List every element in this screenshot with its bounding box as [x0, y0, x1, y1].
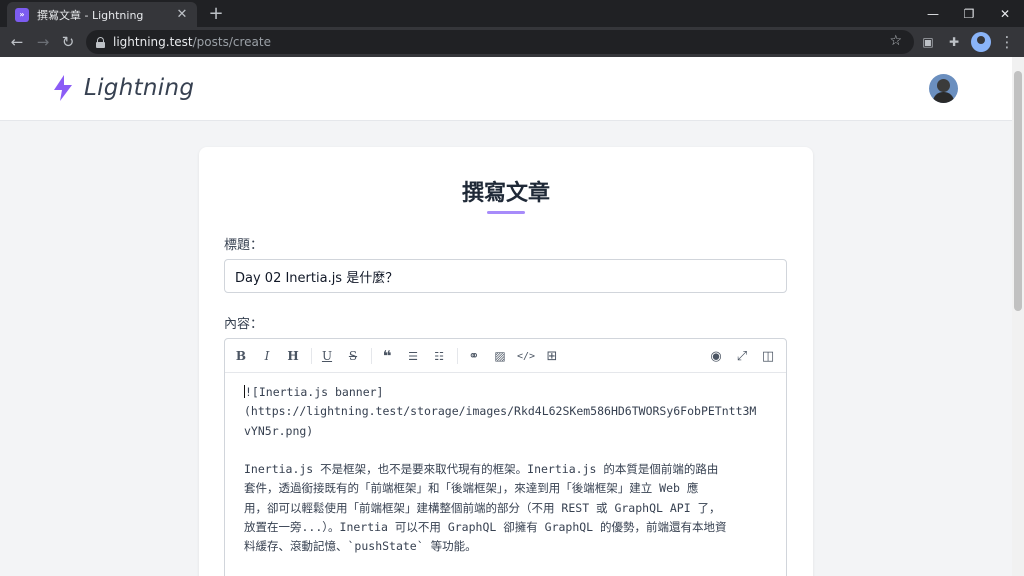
underline-icon[interactable]: U — [318, 347, 336, 365]
minimize-window-button[interactable]: — — [914, 0, 952, 27]
side-by-side-icon[interactable]: ◫ — [759, 347, 777, 365]
browser-tabbar: » 撰寫文章 - Lightning ✕ + — ❐ ✕ — [0, 0, 1024, 27]
italic-icon[interactable]: I — [258, 347, 276, 365]
user-avatar[interactable] — [929, 74, 958, 103]
page-scrollbar[interactable] — [1012, 57, 1024, 576]
back-button[interactable]: ← — [7, 32, 27, 52]
bold-icon[interactable]: B — [232, 347, 250, 365]
code-icon[interactable]: </> — [517, 347, 535, 365]
url-path: /posts/create — [192, 35, 271, 49]
close-window-button[interactable]: ✕ — [986, 0, 1024, 27]
post-form-card: 撰寫文章 標題： 內容： B I H U S ❝ ☰ ☷ ⚭ ▨ </> ⊞ — [199, 147, 813, 576]
fullscreen-icon[interactable]: ⤢ — [733, 347, 751, 365]
strikethrough-icon[interactable]: S — [344, 347, 362, 365]
markdown-editor[interactable]: B I H U S ❝ ☰ ☷ ⚭ ▨ </> ⊞ ◉ ⤢ ◫ ![Inerti… — [224, 338, 787, 576]
restore-window-button[interactable]: ❐ — [950, 0, 988, 27]
content-line: 用，卻可以輕鬆使用「前端框架」建構整個前端的部分（不用 REST 或 Graph… — [244, 500, 721, 515]
link-icon[interactable]: ⚭ — [465, 347, 483, 365]
bookmark-star-icon[interactable]: ☆ — [889, 33, 902, 49]
new-tab-button[interactable]: + — [206, 3, 226, 24]
content-line: vYN5r.png) — [244, 423, 314, 438]
content-line: (https://lightning.test/storage/images/R… — [244, 404, 757, 419]
browser-toolbar: ← → ↻ lightning.test/posts/create ☆ ▣ ✚ … — [0, 27, 1024, 57]
content-line: 放置在一旁...）。Inertia 可以不用 GraphQL 卻擁有 Graph… — [244, 520, 727, 535]
image-markdown-block: ![Inertia.js banner] (https://lightning.… — [244, 383, 774, 441]
content-line: ![Inertia.js banner] — [244, 385, 384, 399]
brand-link[interactable]: Lightning — [52, 75, 194, 101]
brand-name: Lightning — [84, 75, 195, 101]
preview-eye-icon[interactable]: ◉ — [707, 347, 725, 365]
title-input[interactable] — [224, 259, 787, 293]
unordered-list-icon[interactable]: ☷ — [430, 347, 448, 365]
site-header: Lightning — [0, 57, 1012, 121]
site-favicon-icon: » — [15, 7, 29, 22]
reload-button[interactable]: ↻ — [58, 32, 78, 52]
content-line: 套件，透過銜接既有的「前端框架」和「後端框架」，來達到用「後端框架」建立 Web… — [244, 481, 699, 496]
table-icon[interactable]: ⊞ — [543, 347, 561, 365]
image-icon[interactable]: ▨ — [491, 347, 509, 365]
lightning-bolt-icon — [54, 75, 72, 101]
intro-paragraph: Inertia.js 不是框架，也不是要來取代現有的框架。Inertia.js … — [244, 460, 774, 556]
page-viewport: Lightning 撰寫文章 標題： 內容： B I H U S ❝ ☰ ☷ — [0, 57, 1012, 576]
forward-button[interactable]: → — [33, 32, 53, 52]
extensions-puzzle-icon[interactable]: ✚ — [944, 32, 964, 52]
url-host: lightning.test — [113, 35, 193, 49]
tab-title: 撰寫文章 - Lightning — [37, 8, 144, 22]
close-tab-icon[interactable]: ✕ — [175, 7, 189, 22]
ordered-list-icon[interactable]: ☰ — [404, 347, 422, 365]
heading-icon[interactable]: H — [284, 347, 302, 365]
page-title: 撰寫文章 — [461, 181, 550, 206]
content-line: 料緩存、滾動記憶、`pushState` 等功能。 — [244, 539, 477, 554]
reader-mode-icon[interactable]: ▣ — [918, 32, 938, 52]
address-bar[interactable]: lightning.test/posts/create ☆ — [86, 30, 914, 54]
lock-icon — [96, 36, 105, 48]
editor-toolbar: B I H U S ❝ ☰ ☷ ⚭ ▨ </> ⊞ ◉ ⤢ ◫ — [225, 339, 786, 373]
quote-icon[interactable]: ❝ — [378, 347, 396, 365]
browser-tab[interactable]: » 撰寫文章 - Lightning ✕ — [7, 2, 197, 27]
browser-menu-icon[interactable]: ⋮ — [997, 32, 1017, 52]
browser-profile-avatar[interactable] — [971, 32, 991, 52]
editor-content[interactable]: ![Inertia.js banner] (https://lightning.… — [244, 383, 774, 576]
title-label: 標題： — [224, 238, 264, 253]
title-underline — [487, 211, 525, 214]
content-label: 內容： — [224, 317, 264, 332]
content-line: Inertia.js 不是框架，也不是要來取代現有的框架。Inertia.js … — [244, 462, 719, 477]
scrollbar-thumb[interactable] — [1014, 71, 1022, 311]
